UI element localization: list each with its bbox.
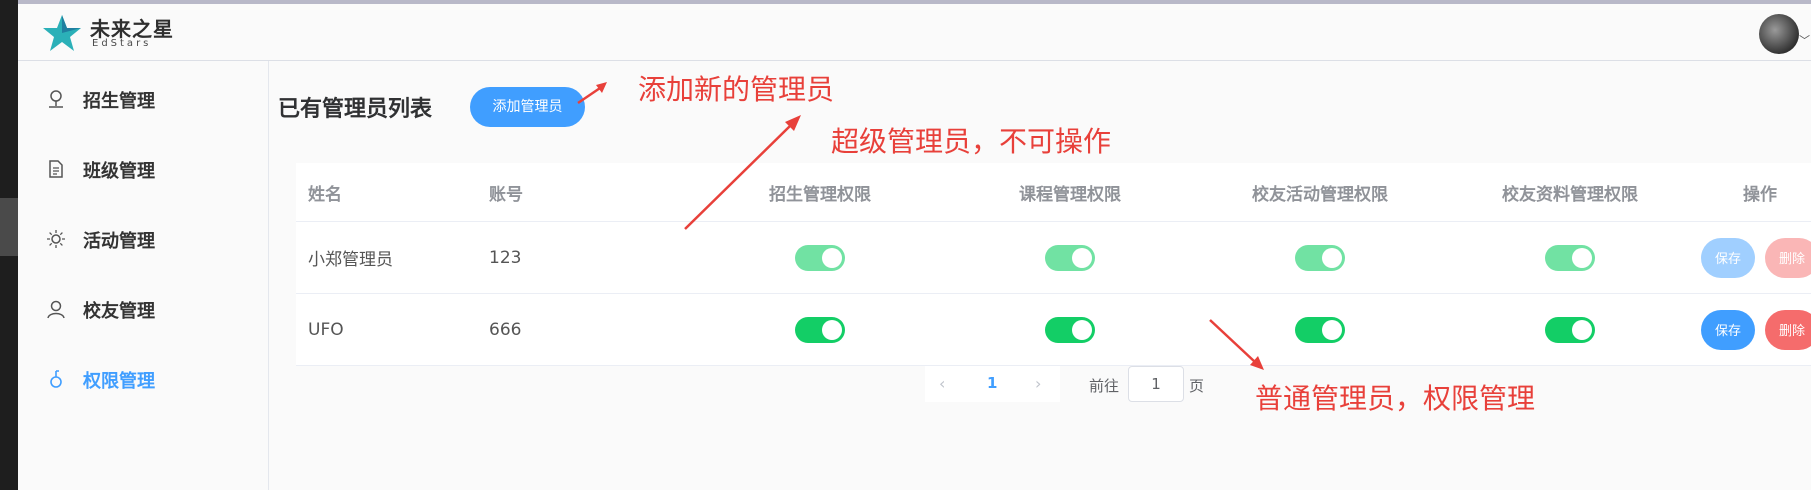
enroll-perm-toggle — [795, 244, 845, 271]
key-icon — [50, 370, 62, 388]
page-title: 已有管理员列表 — [278, 97, 433, 122]
alumni-data-perm-cell — [1470, 222, 1670, 293]
header-course-perm: 课程管理权限 — [1019, 184, 1121, 205]
table-row: 小郑管理员 123 保存 删除 — [296, 222, 1811, 294]
chevron-right-icon[interactable]: › — [1035, 374, 1041, 393]
sidebar-item-activity[interactable]: 活动管理 — [18, 209, 268, 269]
sidebar-item-enrollment[interactable]: 招生管理 — [18, 69, 268, 129]
enroll-perm-cell — [720, 294, 920, 365]
alumni-activity-perm-toggle — [1295, 244, 1345, 271]
chevron-down-icon[interactable]: ﹀ — [1799, 32, 1810, 48]
admin-table: 姓名 账号 招生管理权限 课程管理权限 校友活动管理权限 校友资料管理权限 操作… — [296, 163, 1811, 366]
user-icon — [47, 300, 65, 319]
header-actions: 操作 — [1743, 184, 1777, 205]
actions-cell: 保存 删除 — [1660, 222, 1811, 293]
avatar[interactable] — [1759, 14, 1799, 54]
delete-button[interactable]: 删除 — [1765, 309, 1811, 350]
alumni-activity-perm-toggle[interactable] — [1295, 316, 1345, 343]
sidebar-item-label: 班级管理 — [83, 161, 155, 182]
window-edge-marker — [0, 198, 18, 256]
annotation-normal-admin: 普通管理员，权限管理 — [1255, 382, 1536, 415]
alumni-data-perm-toggle[interactable] — [1545, 316, 1595, 343]
document-icon — [49, 160, 63, 178]
admin-name: UFO — [308, 319, 344, 340]
enroll-perm-cell — [720, 222, 920, 293]
alumni-data-perm-toggle — [1545, 244, 1595, 271]
delete-button: 删除 — [1765, 237, 1811, 278]
course-perm-cell — [970, 222, 1170, 293]
admin-account: 123 — [489, 247, 522, 268]
actions-cell: 保存 删除 — [1660, 294, 1811, 365]
logo[interactable]: 未来之星 EdStars — [42, 13, 182, 57]
alumni-data-perm-cell — [1470, 294, 1670, 365]
admin-name: 小郑管理员 — [308, 250, 393, 270]
header-bar: 未来之星 EdStars ﹀ — [18, 4, 1811, 61]
user-pin-icon — [49, 90, 63, 108]
sidebar-item-class[interactable]: 班级管理 — [18, 139, 268, 199]
save-button: 保存 — [1701, 237, 1755, 278]
sidebar-item-label: 招生管理 — [83, 91, 155, 112]
header-account: 账号 — [489, 184, 523, 205]
sidebar-item-alumni[interactable]: 校友管理 — [18, 279, 268, 339]
logo-subtitle: EdStars — [92, 38, 152, 49]
alumni-activity-perm-cell — [1220, 294, 1420, 365]
header-name: 姓名 — [308, 184, 342, 205]
header-alumni-data-perm: 校友资料管理权限 — [1502, 184, 1638, 205]
page-number-current[interactable]: 1 — [987, 374, 997, 392]
goto-page-input[interactable] — [1128, 366, 1184, 402]
save-button[interactable]: 保存 — [1701, 309, 1755, 350]
sidebar-item-label: 权限管理 — [83, 371, 155, 392]
enroll-perm-toggle[interactable] — [795, 316, 845, 343]
window-edge-strip — [0, 0, 18, 490]
sidebar-item-label: 活动管理 — [83, 231, 155, 252]
add-admin-button[interactable]: 添加管理员 — [470, 87, 585, 127]
goto-suffix: 页 — [1189, 377, 1205, 395]
header-enroll-perm: 招生管理权限 — [769, 184, 871, 205]
sidebar-item-label: 校友管理 — [83, 301, 155, 322]
course-perm-toggle[interactable] — [1045, 316, 1095, 343]
star-logo-icon — [43, 15, 81, 51]
sidebar: 招生管理 班级管理 活动管理 校友管理 权限管理 — [18, 61, 269, 490]
alumni-activity-perm-cell — [1220, 222, 1420, 293]
sun-icon — [47, 230, 65, 248]
annotation-super-admin: 超级管理员，不可操作 — [831, 125, 1112, 158]
goto-label: 前往 — [1089, 377, 1120, 395]
admin-account: 666 — [489, 319, 522, 340]
table-header-row: 姓名 账号 招生管理权限 课程管理权限 校友活动管理权限 校友资料管理权限 操作 — [296, 163, 1811, 222]
table-row: UFO 666 保存 删除 — [296, 294, 1811, 366]
header-alumni-activity-perm: 校友活动管理权限 — [1252, 184, 1388, 205]
annotation-add-admin: 添加新的管理员 — [638, 73, 835, 106]
sidebar-item-permissions[interactable]: 权限管理 — [18, 349, 268, 409]
chevron-left-icon[interactable]: ‹ — [939, 374, 945, 393]
course-perm-cell — [970, 294, 1170, 365]
course-perm-toggle — [1045, 244, 1095, 271]
pagination: ‹ 1 › — [925, 366, 1060, 402]
